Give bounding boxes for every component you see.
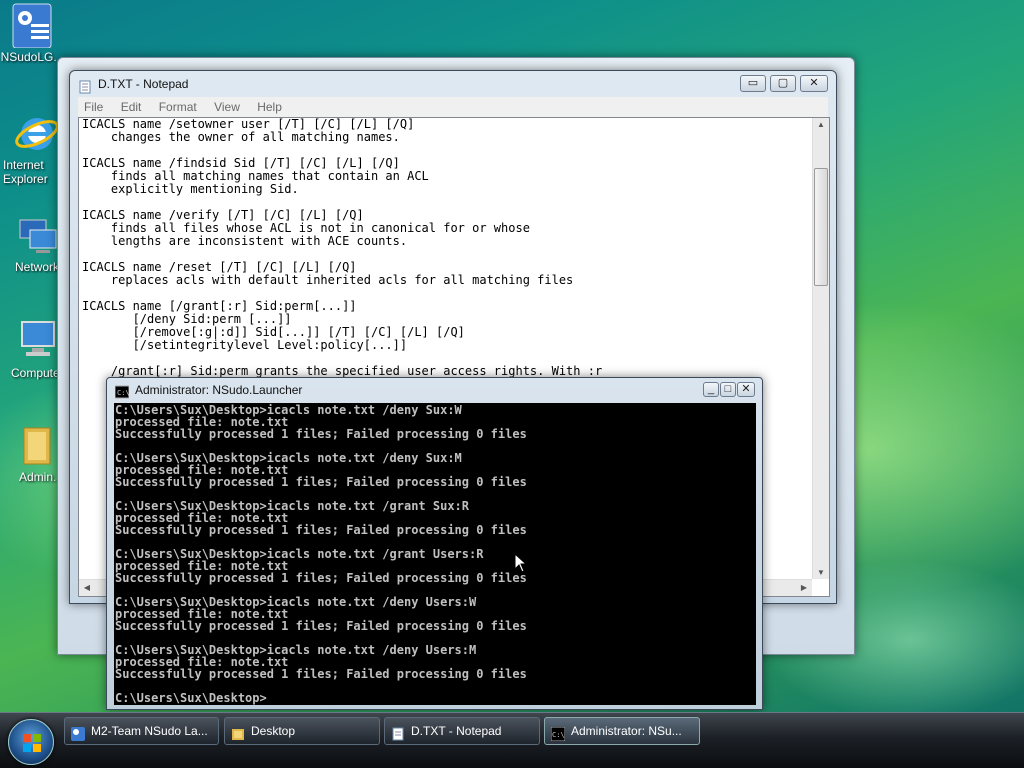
- folder-icon: [14, 422, 60, 468]
- close-button[interactable]: ✕: [737, 382, 755, 397]
- settings-shortcut-icon: [9, 2, 55, 49]
- notepad-icon: [391, 724, 405, 741]
- start-button[interactable]: [8, 719, 54, 765]
- console-titlebar[interactable]: C:\ Administrator: NSudo.Launcher _ □ ✕: [107, 378, 762, 402]
- menu-view[interactable]: View: [214, 100, 240, 114]
- menu-bar: File Edit Format View Help: [78, 97, 828, 117]
- taskbar-item-nsudo[interactable]: M2-Team NSudo La...: [64, 717, 219, 745]
- network-icon: [14, 212, 60, 258]
- taskbar-item-desktop[interactable]: Desktop: [224, 717, 380, 745]
- notepad-icon: [78, 77, 92, 94]
- settings-shortcut-icon: [71, 724, 85, 741]
- scroll-down-icon[interactable]: ▼: [814, 568, 828, 577]
- menu-file[interactable]: File: [84, 100, 103, 114]
- taskbar-item-label: D.TXT - Notepad: [411, 724, 502, 738]
- vertical-scrollbar[interactable]: ▲ ▼: [812, 118, 829, 579]
- svg-text:C:\: C:\: [552, 731, 565, 739]
- taskbar-item-label: M2-Team NSudo La...: [91, 724, 208, 738]
- windows-logo-icon: [23, 734, 41, 752]
- maximize-button[interactable]: □: [720, 382, 736, 397]
- document-text[interactable]: ICACLS name /setowner user [/T] [/C] [/L…: [82, 118, 602, 378]
- taskbar-item-notepad[interactable]: D.TXT - Notepad: [384, 717, 540, 745]
- scroll-left-icon[interactable]: ◀: [80, 583, 94, 592]
- internet-explorer-icon: [14, 110, 60, 156]
- taskbar-item-console[interactable]: C:\ Administrator: NSu...: [544, 717, 700, 745]
- notepad-title: D.TXT - Notepad: [98, 77, 189, 91]
- svg-text:C:\: C:\: [117, 389, 129, 397]
- menu-format[interactable]: Format: [159, 100, 197, 114]
- desktop-icon-nsudolg[interactable]: NSudoLG...: [0, 2, 72, 64]
- minimize-button[interactable]: _: [703, 382, 719, 397]
- taskbar-item-label: Desktop: [251, 724, 296, 738]
- taskbar: M2-Team NSudo La... Desktop D.TXT - Note…: [0, 712, 1024, 768]
- menu-help[interactable]: Help: [257, 100, 282, 114]
- minimize-button[interactable]: ▭: [740, 75, 766, 92]
- console-icon: C:\: [550, 724, 566, 742]
- scroll-right-icon[interactable]: ▶: [797, 583, 811, 592]
- console-title: Administrator: NSudo.Launcher: [135, 383, 303, 397]
- maximize-button[interactable]: ▢: [770, 75, 796, 92]
- folder-icon: [231, 724, 245, 740]
- scroll-thumb[interactable]: [814, 168, 828, 286]
- computer-icon: [14, 318, 60, 364]
- menu-edit[interactable]: Edit: [121, 100, 142, 114]
- console-window[interactable]: C:\ Administrator: NSudo.Launcher _ □ ✕ …: [106, 377, 763, 710]
- taskbar-item-label: Administrator: NSu...: [571, 724, 682, 738]
- desktop-icon-label: Internet Explorer: [3, 158, 48, 186]
- console-icon: C:\: [114, 383, 130, 399]
- scroll-up-icon[interactable]: ▲: [814, 120, 828, 129]
- notepad-titlebar[interactable]: D.TXT - Notepad ▭ ▢ ✕: [70, 71, 836, 97]
- console-output-area[interactable]: C:\Users\Sux\Desktop>icacls note.txt /de…: [114, 403, 756, 705]
- mouse-cursor-icon: [514, 553, 528, 573]
- console-output: C:\Users\Sux\Desktop>icacls note.txt /de…: [115, 403, 527, 705]
- close-button[interactable]: ✕: [800, 75, 828, 92]
